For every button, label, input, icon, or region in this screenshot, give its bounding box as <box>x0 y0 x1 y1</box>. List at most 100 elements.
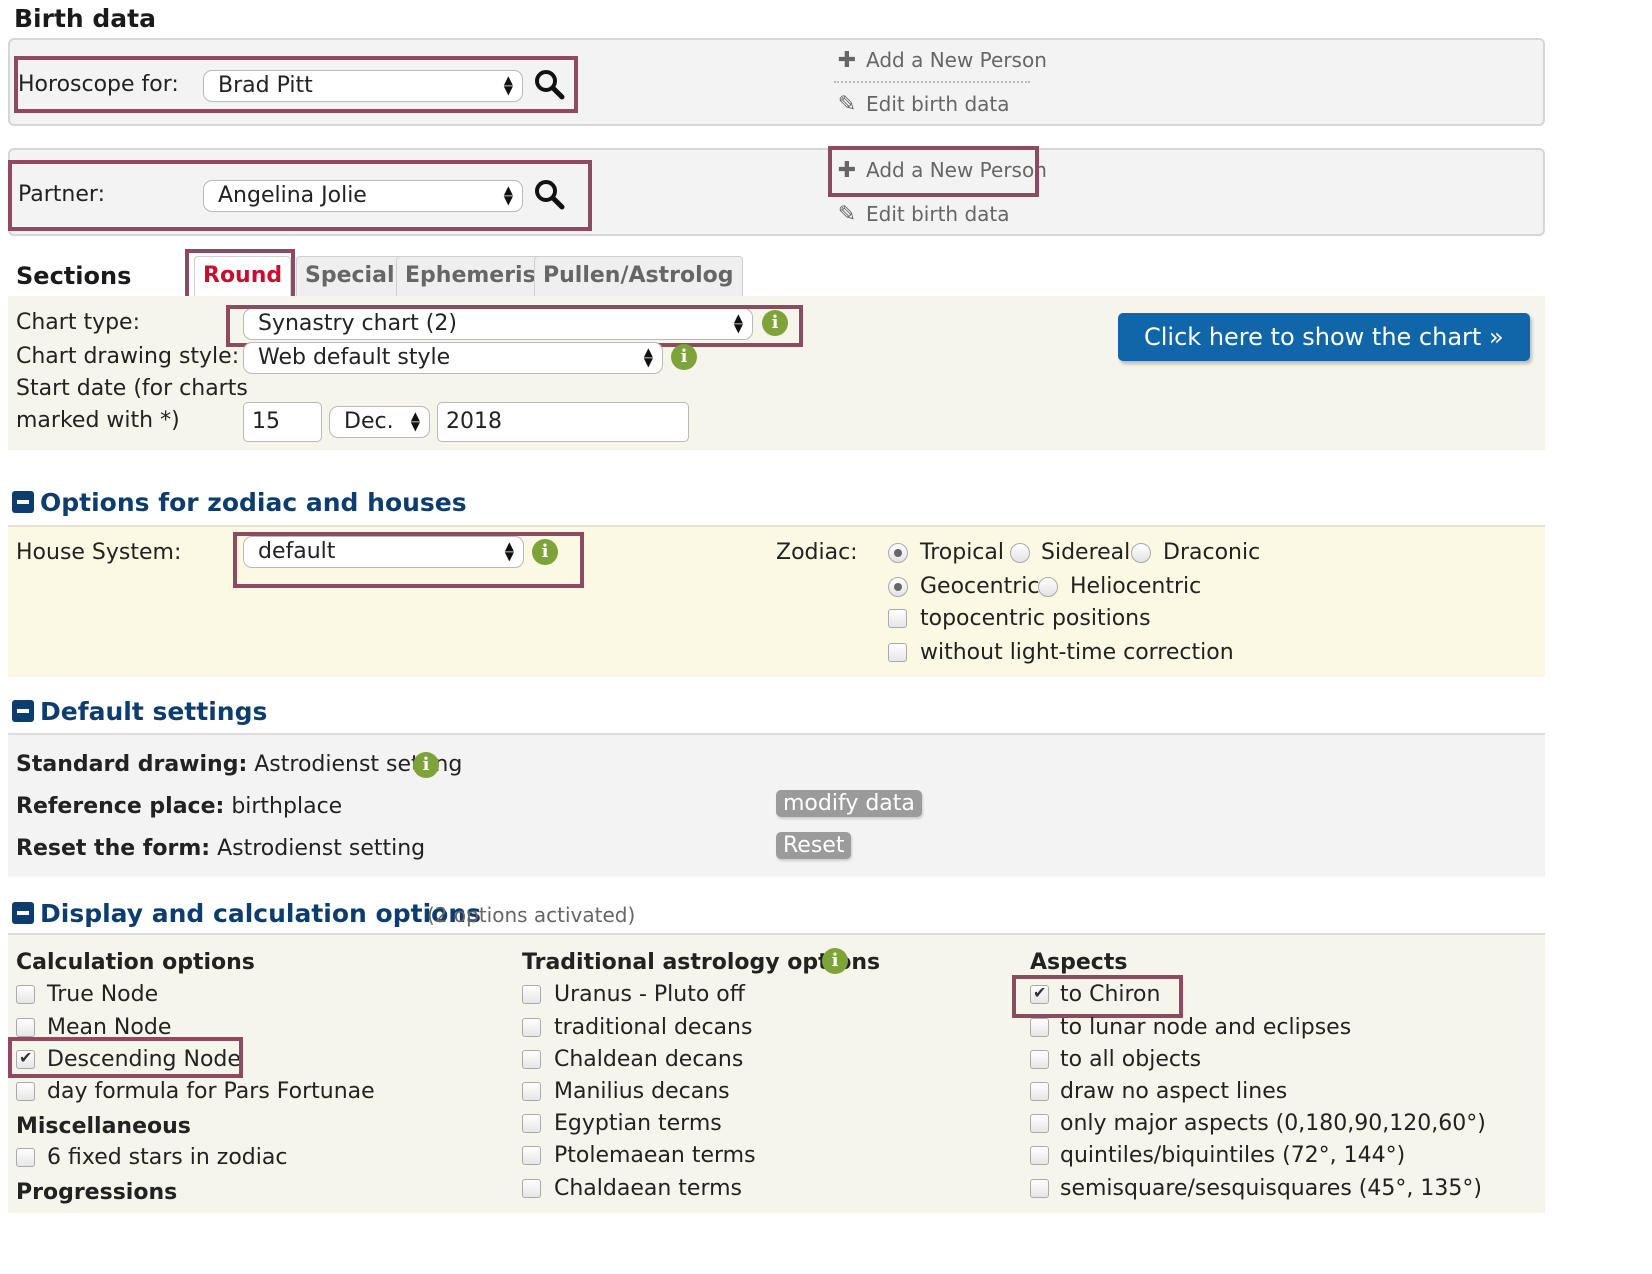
true-node-label: True Node <box>47 982 159 1007</box>
quintiles-checkbox[interactable] <box>1030 1146 1049 1165</box>
topocentric-checkbox[interactable] <box>888 609 907 628</box>
default-settings-title-text: Default settings <box>40 697 268 726</box>
edit-icon: ✎ <box>837 92 857 117</box>
heliocentric-radio[interactable] <box>1038 577 1058 597</box>
start-date-label-1: Start date (for charts <box>16 376 248 401</box>
search-icon[interactable] <box>533 68 565 100</box>
ptolemaean-terms-checkbox[interactable] <box>522 1146 541 1165</box>
aspect-chiron-checkbox[interactable] <box>1030 983 1049 1004</box>
egyptian-terms-label: Egyptian terms <box>554 1111 722 1136</box>
standard-drawing-row: Standard drawing: Astrodienst setting <box>16 752 462 777</box>
tab-pullen-astrolog[interactable]: Pullen/Astrolog <box>534 256 743 296</box>
add-person-link[interactable]: ✚ Add a New Person <box>834 158 1047 183</box>
start-date-label-2: marked with *) <box>16 408 180 433</box>
edit-birth-label: Edit birth data <box>866 92 1010 116</box>
aspect-all-objects-label: to all objects <box>1060 1047 1202 1072</box>
zodiac-title-text: Options for zodiac and houses <box>40 488 467 517</box>
major-aspects-label: only major aspects (0,180,90,120,60°) <box>1060 1111 1486 1136</box>
traditional-decans-checkbox[interactable] <box>522 1018 541 1037</box>
edit-birth-link[interactable]: ✎ Edit birth data <box>834 202 1010 227</box>
aspect-lunar-node-checkbox[interactable] <box>1030 1018 1049 1037</box>
add-person-label: Add a New Person <box>866 158 1047 182</box>
sections-label: Sections <box>16 262 132 290</box>
lighttime-label: without light-time correction <box>920 640 1234 665</box>
quintiles-label: quintiles/biquintiles (72°, 144°) <box>1060 1143 1406 1168</box>
mean-node-checkbox[interactable] <box>16 1018 35 1037</box>
year-input[interactable]: 2018 <box>437 402 689 442</box>
manilius-decans-checkbox[interactable] <box>522 1082 541 1101</box>
display-options-title-text: Display and calculation options <box>40 899 481 928</box>
select-arrows-icon: ▲ ▼ <box>410 409 420 433</box>
no-aspect-lines-label: draw no aspect lines <box>1060 1079 1288 1104</box>
info-icon[interactable]: i <box>413 752 439 778</box>
reference-place-value: birthplace <box>231 794 343 819</box>
reference-place-row: Reference place: birthplace <box>16 794 342 819</box>
select-arrows-icon: ▲ ▼ <box>733 311 743 335</box>
pars-fortunae-checkbox[interactable] <box>16 1082 35 1101</box>
select-arrows-icon: ▲ ▼ <box>504 539 514 563</box>
tropical-label: Tropical <box>920 540 1004 565</box>
descending-node-label: Descending Node <box>47 1047 241 1072</box>
calc-options-heading: Calculation options <box>16 950 255 975</box>
birth-data-heading: Birth data <box>14 4 156 33</box>
uranus-pluto-label: Uranus - Pluto off <box>554 982 745 1007</box>
options-activated-count: (2 options activated) <box>427 903 636 927</box>
reset-form-row: Reset the form: Astrodienst setting <box>16 836 425 861</box>
major-aspects-checkbox[interactable] <box>1030 1114 1049 1133</box>
misc-heading: Miscellaneous <box>16 1114 191 1139</box>
chaldean-decans-checkbox[interactable] <box>522 1050 541 1069</box>
chart-type-label: Chart type: <box>16 310 141 335</box>
descending-node-checkbox[interactable] <box>16 1048 35 1069</box>
tropical-radio[interactable] <box>888 543 908 563</box>
plus-icon: ✚ <box>837 48 857 73</box>
true-node-checkbox[interactable] <box>16 985 35 1004</box>
progressions-heading: Progressions <box>16 1180 178 1205</box>
semisquare-checkbox[interactable] <box>1030 1179 1049 1198</box>
tab-round[interactable]: Round <box>194 256 292 296</box>
reset-button[interactable]: Reset <box>776 832 852 859</box>
fixed-stars-label: 6 fixed stars in zodiac <box>47 1145 288 1170</box>
plus-icon: ✚ <box>837 158 857 183</box>
reset-form-value: Astrodienst setting <box>217 836 426 861</box>
horoscope-label: Horoscope for: <box>18 72 179 97</box>
horoscope-value: Brad Pitt <box>218 73 313 98</box>
info-icon[interactable]: i <box>822 948 848 974</box>
semisquare-label: semisquare/sesquisquares (45°, 135°) <box>1060 1176 1482 1201</box>
show-chart-button[interactable]: Click here to show the chart » <box>1118 313 1530 361</box>
info-icon[interactable]: i <box>671 344 697 370</box>
tab-special[interactable]: Special <box>296 256 404 296</box>
horoscope-select[interactable]: Brad Pitt ▲ ▼ <box>203 70 523 102</box>
modify-data-button[interactable]: modify data <box>776 790 922 817</box>
lighttime-checkbox[interactable] <box>888 643 907 662</box>
month-select[interactable]: Dec. ▲ ▼ <box>329 406 430 438</box>
search-icon[interactable] <box>533 178 565 210</box>
reference-place-label: Reference place: <box>16 794 225 819</box>
display-options-title[interactable]: Display and calculation options <box>12 899 481 928</box>
info-icon[interactable]: i <box>762 310 788 336</box>
edit-birth-link[interactable]: ✎ Edit birth data <box>834 92 1010 117</box>
partner-select[interactable]: Angelina Jolie ▲ ▼ <box>203 180 523 212</box>
add-person-link[interactable]: ✚ Add a New Person <box>834 48 1047 73</box>
no-aspect-lines-checkbox[interactable] <box>1030 1082 1049 1101</box>
partner-value: Angelina Jolie <box>218 183 367 208</box>
info-icon[interactable]: i <box>532 539 558 565</box>
chaldaean-terms-checkbox[interactable] <box>522 1179 541 1198</box>
chart-type-select[interactable]: Synastry chart (2) ▲ ▼ <box>243 308 753 340</box>
geocentric-radio[interactable] <box>888 577 908 597</box>
drawing-style-select[interactable]: Web default style ▲ ▼ <box>243 342 663 374</box>
default-settings-title[interactable]: Default settings <box>12 697 267 726</box>
uranus-pluto-checkbox[interactable] <box>522 985 541 1004</box>
zodiac-label: Zodiac: <box>776 540 858 565</box>
zodiac-section-title[interactable]: Options for zodiac and houses <box>12 488 467 517</box>
tab-ephemeris[interactable]: Ephemeris <box>396 256 545 296</box>
drawing-style-value: Web default style <box>258 345 451 370</box>
sidereal-radio[interactable] <box>1010 543 1030 563</box>
aspect-all-objects-checkbox[interactable] <box>1030 1050 1049 1069</box>
select-arrows-icon: ▲ ▼ <box>503 73 513 97</box>
day-input[interactable]: 15 <box>243 402 322 442</box>
month-value: Dec. <box>344 409 394 434</box>
egyptian-terms-checkbox[interactable] <box>522 1114 541 1133</box>
fixed-stars-checkbox[interactable] <box>16 1148 35 1167</box>
draconic-radio[interactable] <box>1131 543 1151 563</box>
house-system-select[interactable]: default ▲ ▼ <box>243 536 524 568</box>
